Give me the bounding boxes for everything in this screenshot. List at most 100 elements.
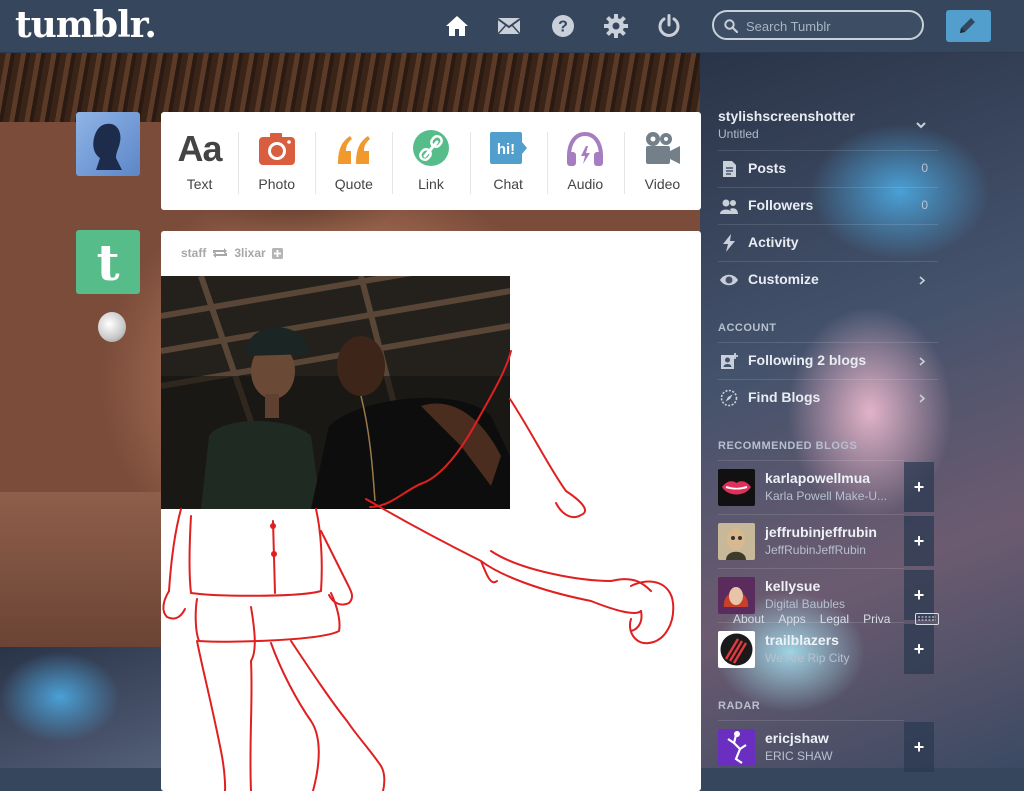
sidebar-item-activity[interactable]: Activity: [718, 224, 938, 261]
sidebar-item-label: Find Blogs: [748, 389, 821, 405]
chevron-right-icon: [919, 394, 926, 403]
post-type-label: Text: [186, 176, 213, 192]
portrait-icon: [723, 587, 749, 607]
account-name[interactable]: stylishscreenshotter: [718, 108, 855, 124]
post-type-photo[interactable]: Photo: [238, 112, 315, 210]
help-icon[interactable]: ?: [551, 14, 575, 38]
post-type-link[interactable]: Link: [392, 112, 469, 210]
earring: [98, 312, 126, 342]
recommended-blog[interactable]: trailblazers We Are Rip City: [718, 622, 904, 675]
post-type-text[interactable]: Aa Text: [161, 112, 238, 210]
search-icon: [724, 19, 738, 33]
sidebar-item-following[interactable]: Following 2 blogs: [718, 342, 938, 379]
power-icon[interactable]: [657, 14, 681, 38]
footer-link-privacy[interactable]: Priva: [863, 612, 890, 626]
blog-title: Digital Baubles: [765, 597, 846, 611]
tumblr-t-icon: t: [96, 233, 119, 292]
post-type-label: Video: [644, 176, 681, 192]
sidebar-item-find-blogs[interactable]: Find Blogs: [718, 379, 938, 416]
search-box[interactable]: [712, 10, 924, 40]
camera-icon: [258, 133, 295, 165]
sidebar-item-customize[interactable]: Customize: [718, 261, 938, 298]
chevron-right-icon: [919, 276, 926, 285]
sidebar-item-followers[interactable]: Followers 0: [718, 187, 938, 224]
follow-button[interactable]: +: [904, 462, 934, 512]
post-type-label: Audio: [567, 176, 604, 192]
blog-avatar: [718, 469, 755, 506]
home-icon[interactable]: [445, 14, 469, 38]
sidebar-item-label: Posts: [748, 160, 787, 176]
post-type-video[interactable]: Video: [623, 112, 701, 210]
sidebar-item-label: Activity: [748, 234, 799, 250]
keyboard-icon[interactable]: [915, 613, 939, 625]
footer-link-legal[interactable]: Legal: [820, 612, 849, 626]
dashboard-post: staff 3lixar: [161, 231, 701, 791]
pencil-icon: [960, 18, 975, 33]
post-type-quote[interactable]: Quote: [315, 112, 392, 210]
account-subtitle: Untitled: [718, 127, 759, 141]
post-type-chat[interactable]: hi! Chat: [469, 112, 547, 210]
sidebar-item-label: Followers: [748, 197, 814, 213]
radar-heading: RADAR: [718, 700, 761, 712]
eye-icon: [720, 274, 738, 286]
blog-name: trailblazers: [765, 632, 839, 648]
sidebar-item-label: Customize: [748, 271, 819, 287]
account-heading: ACCOUNT: [718, 322, 777, 334]
blog-title: We Are Rip City: [765, 651, 850, 665]
tumblr-logo[interactable]: tumblr.: [15, 4, 157, 46]
video-camera-icon: [646, 132, 681, 164]
following-icon: [721, 353, 738, 369]
quote-icon: [337, 136, 370, 164]
text-icon: Aa: [177, 128, 223, 169]
follow-button[interactable]: +: [904, 624, 934, 674]
blog-avatar: [718, 729, 755, 766]
footer-link-apps[interactable]: Apps: [778, 612, 805, 626]
svg-text:?: ?: [558, 19, 568, 36]
blog-name: jeffrubinjeffrubin: [765, 524, 877, 540]
follow-button[interactable]: +: [904, 516, 934, 566]
background-photo-neck: [0, 492, 161, 647]
sidebar-item-count: 0: [921, 198, 928, 212]
staff-avatar[interactable]: t: [76, 230, 140, 294]
portrait-icon: [726, 528, 746, 560]
post-type-audio[interactable]: Audio: [546, 112, 624, 210]
recommended-heading: RECOMMENDED BLOGS: [718, 440, 858, 452]
compose-button[interactable]: [946, 10, 991, 42]
post-drawing: [162, 350, 675, 791]
user-avatar[interactable]: [76, 112, 140, 176]
search-input[interactable]: [744, 16, 918, 36]
mail-icon[interactable]: [497, 14, 521, 38]
svg-text:hi!: hi!: [497, 141, 515, 158]
gear-icon[interactable]: [604, 14, 628, 38]
figure-icon: [727, 731, 747, 764]
post-type-label: Quote: [334, 176, 373, 192]
sidebar-item-posts[interactable]: Posts 0: [718, 150, 938, 187]
chevron-right-icon: [919, 357, 926, 366]
silhouette-icon: [93, 123, 122, 170]
sidebar-item-count: 0: [921, 161, 928, 175]
chat-icon: hi!: [490, 132, 528, 164]
lips-icon: [722, 481, 751, 495]
post-type-label: Chat: [493, 176, 523, 192]
blog-title: JeffRubinJeffRubin: [765, 543, 866, 557]
chevron-down-icon[interactable]: [916, 120, 926, 130]
post-type-label: Link: [418, 176, 444, 192]
trail-blazers-logo-icon: [720, 633, 753, 666]
blog-name: kellysue: [765, 578, 821, 594]
compass-icon: [720, 389, 738, 407]
sidebar-item-label: Following 2 blogs: [748, 352, 867, 368]
radar-blog[interactable]: ericjshaw ERIC SHAW: [718, 720, 904, 773]
headphones-icon: [567, 131, 604, 166]
post-type-bar: Aa Text Photo Quote Link hi! Chat Audio …: [161, 112, 701, 210]
blog-name: ericjshaw: [765, 730, 829, 746]
blog-name: karlapowellmua: [765, 470, 871, 486]
footer-link-about[interactable]: About: [733, 612, 764, 626]
top-header: tumblr. ?: [0, 0, 1024, 53]
link-icon: [412, 130, 449, 166]
blog-avatar: [718, 577, 755, 614]
blog-avatar: [718, 523, 755, 560]
blog-title: Karla Powell Make-U...: [765, 489, 888, 503]
recommended-blog[interactable]: jeffrubinjeffrubin JeffRubinJeffRubin: [718, 514, 904, 567]
recommended-blog[interactable]: karlapowellmua Karla Powell Make-U...: [718, 460, 904, 513]
follow-button[interactable]: +: [904, 722, 934, 772]
